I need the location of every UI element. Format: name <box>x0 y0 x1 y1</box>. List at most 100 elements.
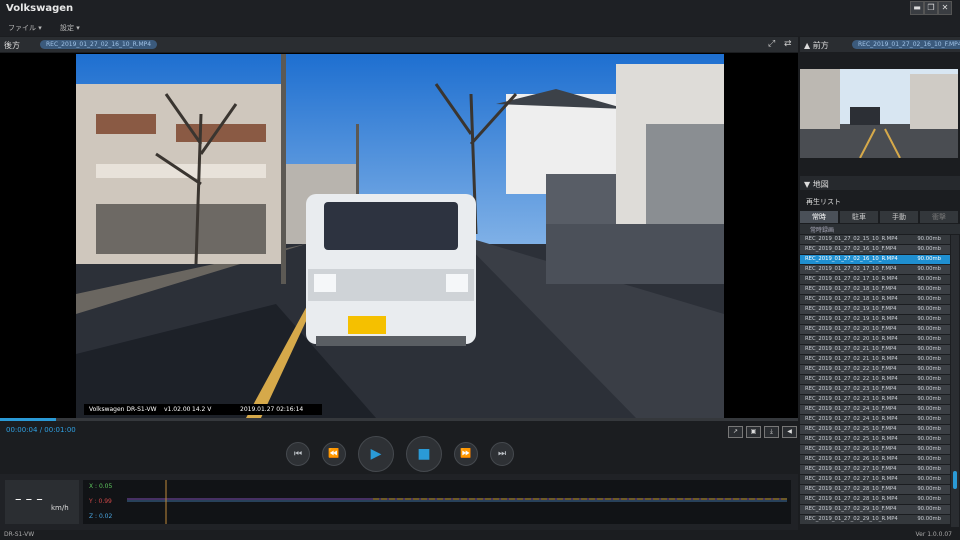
playlist-row[interactable]: REC_2019_01_27_02_19_10_R.MP4 90.00mb <box>800 315 950 324</box>
playlist-filesize: 90.00mb <box>917 326 941 332</box>
playlist-row[interactable]: REC_2019_01_27_02_20_10_F.MP4 90.00mb <box>800 325 950 334</box>
skip-previous-button[interactable]: ⏮ <box>286 442 310 466</box>
playlist-row[interactable]: REC_2019_01_27_02_18_10_F.MP4 90.00mb <box>800 285 950 294</box>
tab-continuous[interactable]: 常時 <box>800 211 838 223</box>
rear-video-frame[interactable] <box>76 54 724 418</box>
seek-bar[interactable] <box>0 418 798 421</box>
restore-button[interactable]: ❐ <box>924 1 938 15</box>
skip-next-button[interactable]: ⏭ <box>490 442 514 466</box>
rear-filename: REC_2019_01_27_02_16_10_R.MP4 <box>40 40 158 49</box>
playlist-filename: REC_2019_01_27_02_23_10_F.MP4 <box>805 386 897 392</box>
playlist-row[interactable]: REC_2019_01_27_02_27_10_F.MP4 90.00mb <box>800 465 950 474</box>
playlist-row[interactable]: REC_2019_01_27_02_17_10_F.MP4 90.00mb <box>800 265 950 274</box>
tab-manual[interactable]: 手動 <box>880 211 918 223</box>
export-icon[interactable]: ↗ <box>728 426 743 438</box>
playlist-row[interactable]: REC_2019_01_27_02_24_10_F.MP4 90.00mb <box>800 405 950 414</box>
playlist-row[interactable]: REC_2019_01_27_02_16_10_F.MP4 90.00mb <box>800 245 950 254</box>
playlist-row[interactable]: REC_2019_01_27_02_19_10_F.MP4 90.00mb <box>800 305 950 314</box>
g-sensor-graph[interactable]: X : 0.05 Y : 0.99 Z : 0.02 <box>83 480 791 524</box>
playlist-filesize: 90.00mb <box>917 346 941 352</box>
minimize-button[interactable]: ▬ <box>910 1 924 15</box>
playlist-filesize: 90.00mb <box>917 506 941 512</box>
playlist-row[interactable]: REC_2019_01_27_02_28_10_R.MP4 90.00mb <box>800 495 950 504</box>
total-time: 00:01:00 <box>44 426 76 434</box>
playlist-row[interactable]: REC_2019_01_27_02_16_10_R.MP4 90.00mb <box>800 255 950 264</box>
playback-time: 00:00:04 / 00:01:00 <box>6 426 76 434</box>
playlist-filename: REC_2019_01_27_02_26_10_F.MP4 <box>805 446 897 452</box>
seek-bar-fill <box>0 418 56 421</box>
playlist-row[interactable]: REC_2019_01_27_02_20_10_R.MP4 90.00mb <box>800 335 950 344</box>
playlist-row[interactable]: REC_2019_01_27_02_22_10_F.MP4 90.00mb <box>800 365 950 374</box>
playlist-filesize: 90.00mb <box>917 356 941 362</box>
playlist-filename: REC_2019_01_27_02_20_10_R.MP4 <box>805 336 898 342</box>
tab-impact[interactable]: 衝撃 <box>920 211 958 223</box>
osd-voltage: 14.2 V <box>192 406 212 413</box>
playlist-row[interactable]: REC_2019_01_27_02_29_10_R.MP4 90.00mb <box>800 515 950 524</box>
play-button[interactable]: ▶ <box>358 436 394 472</box>
playlist-filename: REC_2019_01_27_02_22_10_R.MP4 <box>805 376 898 382</box>
playlist-row[interactable]: REC_2019_01_27_02_23_10_F.MP4 90.00mb <box>800 385 950 394</box>
playlist-row[interactable]: REC_2019_01_27_02_21_10_F.MP4 90.00mb <box>800 345 950 354</box>
device-name: DR-S1-VW <box>4 531 35 538</box>
snapshot-icon[interactable]: ▣ <box>746 426 761 438</box>
playlist-filesize: 90.00mb <box>917 396 941 402</box>
playlist-filename: REC_2019_01_27_02_18_10_F.MP4 <box>805 286 897 292</box>
rewind-button[interactable]: ⏪ <box>322 442 346 466</box>
playlist-filesize: 90.00mb <box>917 446 941 452</box>
playlist-scroll-thumb[interactable] <box>953 471 957 489</box>
stop-button[interactable]: ■ <box>406 436 442 472</box>
playlist-row[interactable]: REC_2019_01_27_02_29_10_F.MP4 90.00mb <box>800 505 950 514</box>
playlist-row[interactable]: REC_2019_01_27_02_17_10_R.MP4 90.00mb <box>800 275 950 284</box>
menu-settings[interactable]: 設定 ▾ <box>60 23 80 33</box>
rear-camera-label: 後方 <box>4 41 20 50</box>
front-scene-image <box>800 69 958 158</box>
playlist-filename: REC_2019_01_27_02_23_10_R.MP4 <box>805 396 898 402</box>
front-camera-label: ▲ 前方 <box>804 41 829 50</box>
close-button[interactable]: ✕ <box>938 1 952 15</box>
playlist-row[interactable]: REC_2019_01_27_02_15_10_R.MP4 90.00mb <box>800 235 950 244</box>
playlist-filesize: 90.00mb <box>917 286 941 292</box>
playlist-filesize: 90.00mb <box>917 316 941 322</box>
playlist-filesize: 90.00mb <box>917 336 941 342</box>
speed-display: – – – km/h <box>5 480 79 524</box>
playlist-filesize: 90.00mb <box>917 456 941 462</box>
playlist-filename: REC_2019_01_27_02_17_10_F.MP4 <box>805 266 897 272</box>
video-osd: Volkswagen DR-S1-VW v1.02.00 14.2 V 2019… <box>84 404 322 415</box>
playlist-row[interactable]: REC_2019_01_27_02_21_10_R.MP4 90.00mb <box>800 355 950 364</box>
playlist-row[interactable]: REC_2019_01_27_02_23_10_R.MP4 90.00mb <box>800 395 950 404</box>
download-icon[interactable]: ⤓ <box>764 426 779 438</box>
playlist-filename: REC_2019_01_27_02_25_10_R.MP4 <box>805 436 898 442</box>
playlist-filename: REC_2019_01_27_02_29_10_F.MP4 <box>805 506 897 512</box>
status-bar: DR-S1-VW Ver 1.0.0.07 <box>0 531 960 540</box>
swap-camera-icon[interactable]: ⇄ <box>784 39 792 49</box>
playlist-row[interactable]: REC_2019_01_27_02_18_10_R.MP4 90.00mb <box>800 295 950 304</box>
playlist-filename: REC_2019_01_27_02_21_10_R.MP4 <box>805 356 898 362</box>
fast-forward-button[interactable]: ⏩ <box>454 442 478 466</box>
playlist-row[interactable]: REC_2019_01_27_02_27_10_R.MP4 90.00mb <box>800 475 950 484</box>
map-section-header[interactable]: ▼ 地図 <box>800 176 960 190</box>
playlist-row[interactable]: REC_2019_01_27_02_25_10_R.MP4 90.00mb <box>800 435 950 444</box>
playlist-filesize: 90.00mb <box>917 496 941 502</box>
playlist-row[interactable]: REC_2019_01_27_02_28_10_F.MP4 90.00mb <box>800 485 950 494</box>
playlist-row[interactable]: REC_2019_01_27_02_26_10_R.MP4 90.00mb <box>800 455 950 464</box>
playlist-filename: REC_2019_01_27_02_29_10_R.MP4 <box>805 516 898 522</box>
playlist-filesize: 90.00mb <box>917 306 941 312</box>
playlist-row[interactable]: REC_2019_01_27_02_25_10_F.MP4 90.00mb <box>800 425 950 434</box>
playlist: REC_2019_01_27_02_15_10_R.MP4 90.00mb REC_… <box>800 235 950 527</box>
tab-parking[interactable]: 駐車 <box>840 211 878 223</box>
volume-icon[interactable]: ◀ <box>782 426 797 438</box>
app-title: Volkswagen <box>6 3 74 14</box>
playlist-row[interactable]: REC_2019_01_27_02_22_10_R.MP4 90.00mb <box>800 375 950 384</box>
playlist-filesize: 90.00mb <box>917 516 941 522</box>
current-time: 00:00:04 <box>6 426 38 434</box>
map-label: ▼ 地図 <box>804 180 829 189</box>
playlist-filename: REC_2019_01_27_02_26_10_R.MP4 <box>805 456 898 462</box>
playlist-row[interactable]: REC_2019_01_27_02_24_10_R.MP4 90.00mb <box>800 415 950 424</box>
subtab-continuous-recording[interactable]: 常時録画 <box>810 225 834 234</box>
fullscreen-icon[interactable]: ⤢ <box>768 39 775 49</box>
menu-file[interactable]: ファイル ▾ <box>8 23 42 33</box>
playlist-row[interactable]: REC_2019_01_27_02_26_10_F.MP4 90.00mb <box>800 445 950 454</box>
playlist-filesize: 90.00mb <box>917 266 941 272</box>
street-scene-image <box>76 54 724 418</box>
front-video-thumbnail[interactable] <box>800 69 958 158</box>
